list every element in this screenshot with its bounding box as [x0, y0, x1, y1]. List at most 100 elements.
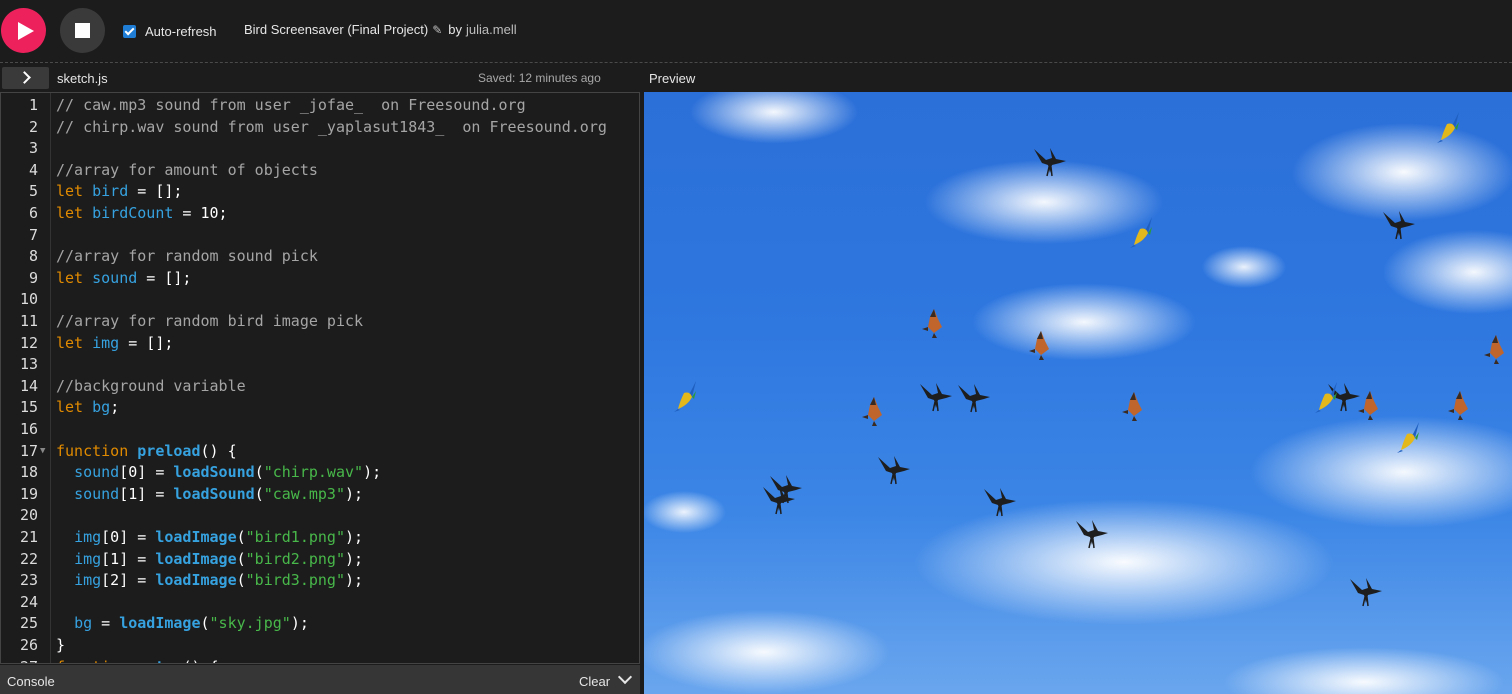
chevron-down-icon[interactable]: [617, 669, 633, 685]
pencil-icon[interactable]: ✎: [432, 23, 442, 37]
code-text: function setup() {: [56, 657, 219, 663]
file-tab[interactable]: sketch.js: [57, 71, 108, 86]
line-number: 11: [19, 312, 38, 330]
parrot-bird: [1389, 420, 1429, 454]
code-line[interactable]: 19 sound[1] = loadSound("caw.mp3");: [1, 484, 639, 506]
code-text: }: [56, 636, 66, 654]
crow-bird: [1030, 145, 1070, 179]
code-text: sound[0] = loadSound("chirp.wav");: [74, 463, 382, 482]
auto-refresh-toggle[interactable]: Auto-refresh: [123, 23, 217, 39]
console-clear-button[interactable]: Clear: [579, 674, 610, 689]
code-line[interactable]: 15 let bg;: [1, 397, 639, 419]
code-line[interactable]: 7: [1, 225, 639, 247]
code-text: sound[1] = loadSound("caw.mp3");: [74, 484, 364, 503]
line-number: 26: [19, 636, 38, 654]
code-line[interactable]: 12 let img = [];: [1, 333, 639, 355]
line-number: 22: [19, 549, 38, 568]
code-line[interactable]: 10: [1, 289, 639, 311]
line-number: 21: [19, 528, 38, 546]
crow-bird: [1379, 208, 1419, 242]
line-number: 12: [19, 333, 38, 352]
code-line[interactable]: 9 let sound = [];: [1, 268, 639, 290]
preview-canvas[interactable]: [644, 92, 1512, 694]
robin-bird: [1021, 327, 1061, 361]
code-text: function preload() {: [56, 441, 237, 460]
project-title-area: Bird Screensaver (Final Project) ✎ by ju…: [244, 22, 517, 37]
code-line[interactable]: 2 // chirp.wav sound from user _yaplasut1…: [1, 117, 639, 139]
code-text: // caw.mp3 sound from user _jofae_ on Fr…: [56, 96, 526, 114]
code-text: // chirp.wav sound from user _yaplasut18…: [56, 117, 607, 136]
code-line[interactable]: 23 img[2] = loadImage("bird3.png");: [1, 570, 639, 592]
code-line[interactable]: 8 //array for random sound pick: [1, 246, 639, 268]
line-number: 2: [28, 117, 38, 136]
code-text: let sound = [];: [56, 268, 192, 287]
code-text: let img = [];: [56, 333, 174, 352]
code-line[interactable]: 3: [1, 138, 639, 160]
line-number: 9: [28, 268, 38, 287]
fold-arrow-icon[interactable]: ▼: [40, 657, 45, 663]
code-line[interactable]: 17 ▼ function preload() {: [1, 441, 639, 463]
code-text: //background variable: [56, 376, 246, 395]
saved-status: Saved: 12 minutes ago: [478, 71, 601, 85]
play-button[interactable]: [1, 8, 46, 53]
code-line[interactable]: 22 img[1] = loadImage("bird2.png");: [1, 549, 639, 571]
code-line[interactable]: 26}: [1, 635, 639, 657]
code-line[interactable]: 14 //background variable: [1, 376, 639, 398]
code-text: let birdCount = 10;: [56, 204, 228, 222]
code-line[interactable]: 18 sound[0] = loadSound("chirp.wav");: [1, 462, 639, 484]
line-number: 24: [19, 592, 38, 611]
expand-sidebar-button[interactable]: [2, 67, 49, 89]
code-editor[interactable]: 1 // caw.mp3 sound from user _jofae_ on F…: [0, 92, 640, 664]
line-number: 16: [19, 420, 38, 438]
line-number: 20: [19, 506, 38, 525]
crow-bird: [874, 453, 914, 487]
code-line[interactable]: 6 let birdCount = 10;: [1, 203, 639, 225]
line-number: 25: [19, 614, 38, 633]
auto-refresh-checkbox[interactable]: [123, 24, 136, 38]
code-text: img[1] = loadImage("bird2.png");: [74, 549, 364, 568]
code-line[interactable]: 4 //array for amount of objects: [1, 160, 639, 182]
crow-bird: [1072, 517, 1112, 551]
robin-bird: [1440, 387, 1480, 421]
stop-button[interactable]: [60, 8, 105, 53]
robin-bird: [1350, 387, 1390, 421]
code-text: img[2] = loadImage("bird3.png");: [74, 571, 364, 590]
line-number: 17: [19, 441, 38, 460]
code-line[interactable]: 11 //array for random bird image pick: [1, 311, 639, 333]
toolbar: Auto-refresh Bird Screensaver (Final Pro…: [0, 0, 1512, 63]
code-line[interactable]: 27▼ function setup() {: [1, 657, 639, 663]
code-line[interactable]: 16: [1, 419, 639, 441]
crow-bird: [954, 381, 994, 415]
code-text: bg = loadImage("sky.jpg");: [74, 614, 309, 633]
line-number: 14: [19, 376, 38, 395]
line-number: 10: [19, 290, 38, 309]
project-title[interactable]: Bird Screensaver (Final Project): [244, 22, 428, 37]
author-link[interactable]: julia.mell: [466, 22, 517, 37]
code-text: //array for random bird image pick: [56, 312, 364, 330]
editor-header: sketch.js Saved: 12 minutes ago: [0, 63, 640, 91]
fold-arrow-icon[interactable]: ▼: [40, 441, 45, 463]
code-line[interactable]: 5 let bird = [];: [1, 181, 639, 203]
code-line[interactable]: 20: [1, 505, 639, 527]
robin-bird: [854, 393, 894, 427]
code-line[interactable]: 25 bg = loadImage("sky.jpg");: [1, 613, 639, 635]
code-text: img[0] = loadImage("bird1.png");: [74, 528, 364, 546]
code-line[interactable]: 13: [1, 354, 639, 376]
code-line[interactable]: 24: [1, 592, 639, 614]
crow-bird: [980, 485, 1020, 519]
code-line[interactable]: 21 img[0] = loadImage("bird1.png");: [1, 527, 639, 549]
code-line[interactable]: 1 // caw.mp3 sound from user _jofae_ on F…: [1, 95, 639, 117]
crow-bird: [1346, 575, 1386, 609]
line-number: 18: [19, 463, 38, 482]
line-number: 8: [28, 247, 38, 266]
by-label: by: [448, 22, 463, 37]
line-number: 19: [19, 484, 38, 503]
crow-bird: [759, 483, 799, 517]
robin-bird: [914, 305, 954, 339]
preview-label: Preview: [649, 71, 696, 86]
line-number: 13: [19, 355, 38, 374]
line-number: 15: [19, 398, 38, 417]
parrot-bird: [1122, 215, 1162, 249]
crow-bird: [916, 380, 956, 414]
line-number: 4: [28, 160, 38, 179]
